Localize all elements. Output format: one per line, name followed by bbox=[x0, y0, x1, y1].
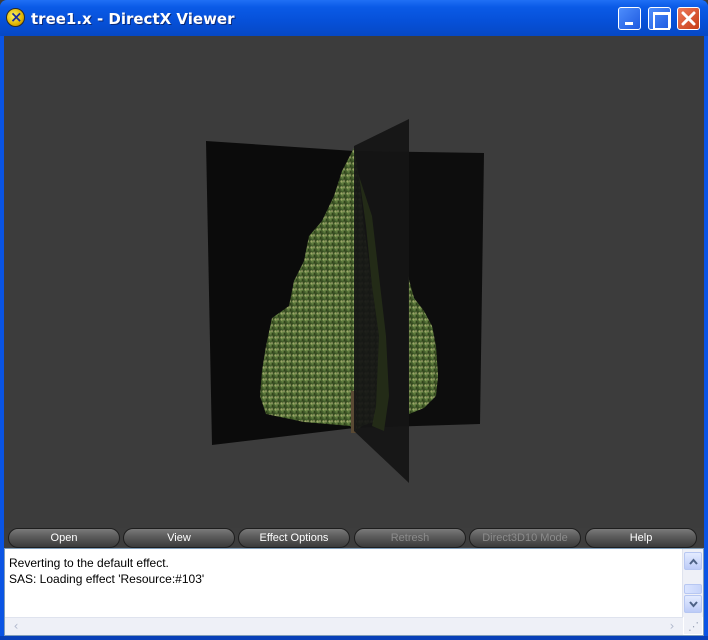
3d-viewport[interactable] bbox=[4, 36, 704, 528]
open-button[interactable]: Open bbox=[8, 528, 120, 548]
log-line: Reverting to the default effect. bbox=[9, 556, 169, 570]
vertical-scrollbar[interactable] bbox=[682, 549, 703, 617]
chevron-left-icon[interactable]: ‹ bbox=[8, 619, 24, 635]
scroll-down-button[interactable] bbox=[684, 595, 702, 613]
help-button[interactable]: Help bbox=[585, 528, 697, 548]
log-line: SAS: Loading effect 'Resource:#103' bbox=[9, 572, 205, 586]
directx-x-icon[interactable]: × bbox=[6, 8, 25, 27]
log-text: Reverting to the default effect. SAS: Lo… bbox=[9, 555, 204, 587]
client-area: Open View Effect Options Retresh Direct3… bbox=[4, 36, 704, 636]
window-title: tree1.x - DirectX Viewer bbox=[31, 10, 235, 28]
direct3d10-mode-button[interactable]: Direct3D10 Mode bbox=[469, 528, 581, 548]
refresh-button[interactable]: Retresh bbox=[354, 528, 466, 548]
chevron-down-icon bbox=[689, 601, 698, 608]
minimize-button[interactable] bbox=[618, 7, 641, 30]
effect-options-button[interactable]: Effect Options bbox=[238, 528, 350, 548]
app-window: × tree1.x - DirectX Viewer Open View Eff… bbox=[0, 0, 708, 640]
close-icon bbox=[681, 11, 696, 26]
chevron-up-icon bbox=[689, 558, 698, 565]
chevron-right-icon[interactable]: › bbox=[664, 619, 680, 635]
output-log[interactable]: Reverting to the default effect. SAS: Lo… bbox=[4, 548, 704, 636]
resize-grip[interactable] bbox=[684, 616, 702, 634]
view-button[interactable]: View bbox=[123, 528, 235, 548]
scroll-up-button[interactable] bbox=[684, 552, 702, 570]
toolbar: Open View Effect Options Retresh Direct3… bbox=[4, 528, 704, 548]
close-button[interactable] bbox=[677, 7, 700, 30]
scroll-thumb[interactable] bbox=[684, 584, 702, 594]
title-bar[interactable]: × tree1.x - DirectX Viewer bbox=[0, 0, 708, 36]
tree-model-render bbox=[206, 119, 484, 483]
maximize-button[interactable] bbox=[648, 7, 671, 30]
horizontal-scrollbar[interactable]: ‹ › bbox=[5, 617, 683, 635]
window-frame-bottom bbox=[0, 636, 708, 640]
